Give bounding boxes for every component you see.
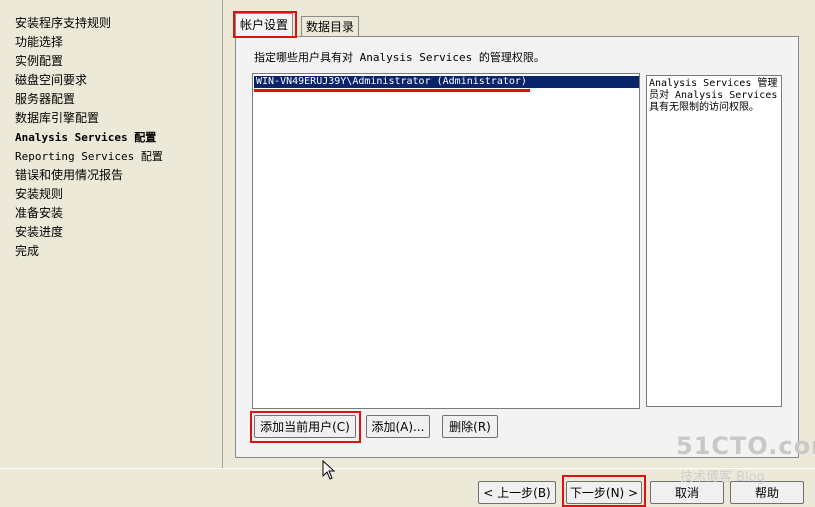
nav-step-item: 功能选择 <box>15 35 64 49</box>
nav-step-item: Reporting Services 配置 <box>15 150 163 163</box>
admin-users-list[interactable]: WIN-VN49ERUJ39Y\Administrator (Administr… <box>252 73 640 409</box>
highlight-tab-account <box>233 11 297 38</box>
main-panel: 帐户设置 数据目录 指定哪些用户具有对 Analysis Services 的管… <box>223 0 815 468</box>
remove-user-button[interactable]: 删除(R) <box>442 415 498 438</box>
nav-step-item: 安装规则 <box>15 187 64 201</box>
highlight-underline-user <box>254 89 530 92</box>
watermark-logo: 51CTO.com <box>676 432 815 460</box>
watermark-subtitle: 技术博客 Blog <box>680 470 765 485</box>
highlight-add-current-user <box>250 411 361 443</box>
back-button[interactable]: < 上一步(B) <box>478 481 556 504</box>
instruction-text: 指定哪些用户具有对 Analysis Services 的管理权限。 <box>254 51 545 64</box>
nav-step-item: 安装进度 <box>15 225 64 239</box>
nav-step-item: 完成 <box>15 244 40 258</box>
nav-step-item: 服务器配置 <box>15 92 76 106</box>
nav-step-item: 准备安装 <box>15 206 64 220</box>
tab-data-directories[interactable]: 数据目录 <box>301 16 360 37</box>
nav-step-item: 错误和使用情况报告 <box>15 168 124 182</box>
nav-step-item: 实例配置 <box>15 54 64 68</box>
add-user-button[interactable]: 添加(A)... <box>366 415 430 438</box>
setup-steps-list: 安装程序支持规则 功能选择实例配置磁盘空间要求 服务器配置数据库引擎配置 Analys… <box>0 0 222 261</box>
nav-step-item: Analysis Services 配置 <box>15 131 157 144</box>
description-panel: Analysis Services 管理员对 Analysis Services… <box>646 75 782 407</box>
mouse-cursor-icon <box>322 460 336 480</box>
account-settings-page: 指定哪些用户具有对 Analysis Services 的管理权限。 WIN-V… <box>235 36 799 458</box>
nav-step-item: 安装程序支持规则 <box>15 16 112 30</box>
highlight-next-button <box>562 475 646 507</box>
setup-navigation: 安装程序支持规则 功能选择实例配置磁盘空间要求 服务器配置数据库引擎配置 Analys… <box>0 0 223 468</box>
nav-step-item: 磁盘空间要求 <box>15 73 88 87</box>
list-item[interactable]: WIN-VN49ERUJ39Y\Administrator (Administr… <box>254 76 639 88</box>
nav-step-item: 数据库引擎配置 <box>15 111 100 125</box>
